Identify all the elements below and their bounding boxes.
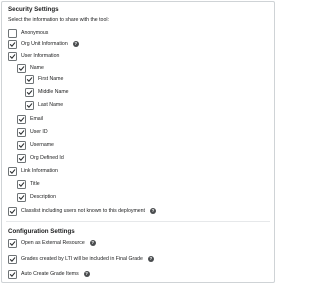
org-unit-info-checkbox[interactable] xyxy=(8,39,17,49)
check-icon xyxy=(26,102,33,108)
section-divider xyxy=(6,221,270,222)
username-checkbox[interactable] xyxy=(17,140,26,150)
auto-create-row: Auto Create Grade Items ? xyxy=(8,269,90,279)
classlist-label: Classlist including users not known to t… xyxy=(21,208,145,214)
link-info-label: Link Information xyxy=(21,168,58,174)
first-name-row: First Name xyxy=(25,74,63,84)
description-label: Description xyxy=(30,194,56,200)
auto-create-checkbox[interactable] xyxy=(8,269,17,279)
check-icon xyxy=(18,116,25,122)
description-checkbox[interactable] xyxy=(17,192,26,202)
link-info-checkbox[interactable] xyxy=(8,166,17,176)
check-icon xyxy=(9,240,16,246)
name-label: Name xyxy=(30,65,44,71)
user-id-checkbox[interactable] xyxy=(17,127,26,137)
org-unit-info-label: Org Unit Information xyxy=(21,41,68,47)
check-icon xyxy=(9,168,16,174)
anonymous-row: Anonymous xyxy=(8,28,48,38)
org-unit-info-row: Org Unit Information ? xyxy=(8,39,79,49)
email-checkbox[interactable] xyxy=(17,114,26,124)
help-icon[interactable]: ? xyxy=(147,256,154,262)
auto-create-label: Auto Create Grade Items xyxy=(21,271,79,277)
open-external-row: Open as External Resource ? xyxy=(8,238,96,248)
middle-name-checkbox[interactable] xyxy=(25,87,34,97)
help-icon[interactable]: ? xyxy=(72,41,79,47)
email-row: Email xyxy=(17,114,43,124)
classlist-row: Classlist including users not known to t… xyxy=(8,206,156,216)
check-icon xyxy=(18,65,25,71)
settings-panel: Security Settings Select the information… xyxy=(1,1,275,283)
check-icon xyxy=(9,256,16,262)
title-row: Title xyxy=(17,179,40,189)
org-defined-id-row: Org Defined Id xyxy=(17,153,64,163)
classlist-checkbox[interactable] xyxy=(8,206,17,216)
security-settings-heading: Security Settings xyxy=(8,6,59,13)
first-name-label: First Name xyxy=(38,76,64,82)
name-row: Name xyxy=(17,63,44,73)
check-icon xyxy=(26,76,33,82)
open-external-checkbox[interactable] xyxy=(8,238,17,248)
check-icon xyxy=(18,129,25,135)
username-label: Username xyxy=(30,142,54,148)
configuration-settings-heading: Configuration Settings xyxy=(8,228,75,235)
check-icon xyxy=(18,142,25,148)
user-info-row: User Information xyxy=(8,51,59,61)
help-icon[interactable]: ? xyxy=(89,240,96,246)
check-icon xyxy=(18,155,25,161)
check-icon xyxy=(18,181,25,187)
user-info-label: User Information xyxy=(21,53,60,59)
open-external-label: Open as External Resource xyxy=(21,240,85,246)
check-icon xyxy=(26,89,33,95)
help-icon[interactable]: ? xyxy=(83,271,90,277)
help-icon[interactable]: ? xyxy=(150,208,156,214)
check-icon xyxy=(9,41,16,47)
user-id-label: User ID xyxy=(30,129,48,135)
last-name-checkbox[interactable] xyxy=(25,100,34,110)
description-row: Description xyxy=(17,192,56,202)
title-label: Title xyxy=(30,181,40,187)
middle-name-label: Middle Name xyxy=(38,89,69,95)
name-checkbox[interactable] xyxy=(17,63,26,73)
middle-name-row: Middle Name xyxy=(25,87,69,97)
grades-final-checkbox[interactable] xyxy=(8,254,17,264)
user-info-checkbox[interactable] xyxy=(8,51,17,61)
email-label: Email xyxy=(30,116,43,122)
check-icon xyxy=(9,53,16,59)
grades-final-label: Grades created by LTI will be included i… xyxy=(21,256,143,262)
last-name-row: Last Name xyxy=(25,100,63,110)
first-name-checkbox[interactable] xyxy=(25,74,34,84)
username-row: Username xyxy=(17,140,54,150)
org-defined-id-checkbox[interactable] xyxy=(17,153,26,163)
check-icon xyxy=(9,208,16,214)
link-info-row: Link Information xyxy=(8,166,58,176)
title-checkbox[interactable] xyxy=(17,179,26,189)
anonymous-checkbox[interactable] xyxy=(8,28,17,38)
check-icon xyxy=(18,194,25,200)
share-instruction: Select the information to share with the… xyxy=(8,17,109,23)
check-icon xyxy=(9,271,16,277)
last-name-label: Last Name xyxy=(38,102,64,108)
grades-final-row: Grades created by LTI will be included i… xyxy=(8,254,154,264)
user-id-row: User ID xyxy=(17,127,48,137)
org-defined-id-label: Org Defined Id xyxy=(30,155,64,161)
anonymous-label: Anonymous xyxy=(21,30,49,36)
